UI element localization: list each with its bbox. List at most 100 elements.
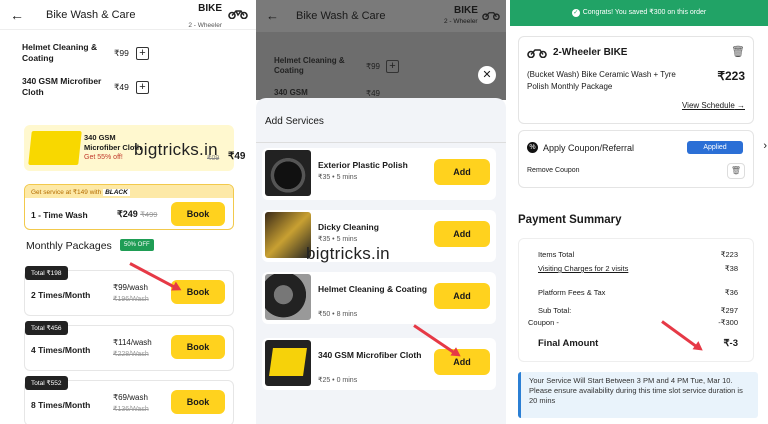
add-plus-button[interactable]: +: [136, 46, 149, 60]
row-label: Sub Total:: [538, 306, 572, 315]
package-price: ₹114/wash ₹228/Wash: [113, 337, 152, 360]
row-value: -₹300: [718, 318, 738, 327]
summary-row: Coupon - -₹300: [528, 318, 738, 327]
price-current: ₹249: [117, 209, 138, 219]
price-old: ₹196/Wash: [113, 296, 149, 303]
service-meta: ₹35 • 5 mins: [318, 236, 358, 243]
service-item: Exterior Plastic Polish ₹35 • 5 mins Add: [262, 148, 496, 200]
row-value: ₹38: [724, 264, 738, 273]
add-plus-button: +: [386, 59, 399, 73]
payment-summary-title: Payment Summary: [518, 214, 622, 226]
applied-badge: Applied: [687, 141, 743, 154]
vehicle-label: BIKE: [198, 3, 222, 14]
package-card: Total ₹198 2 Times/Month ₹99/wash ₹196/Wa…: [24, 266, 234, 316]
vehicle-sub-label: 2 - Wheeler: [444, 18, 478, 25]
addon-name: 340 GSM: [274, 88, 308, 97]
discount-badge: 50% OFF: [120, 239, 154, 251]
book-package-button[interactable]: Book: [171, 390, 225, 414]
savings-banner: ✓ Congrats! You saved ₹300 on this order: [510, 0, 768, 26]
sheet-title: Add Services: [265, 116, 324, 127]
addon-price: ₹99: [114, 47, 129, 58]
black-offer-strip: Get service at ₹149 with BLACK: [25, 185, 233, 198]
watermark: bigtricks.in: [306, 244, 390, 263]
addon-row: Helmet Cleaning & Coating ₹99 +: [22, 42, 212, 64]
book-package-button[interactable]: Book: [171, 335, 225, 359]
service-name: Exterior Plastic Polish: [318, 160, 408, 170]
row-label[interactable]: Visiting Charges for 2 visits: [528, 264, 628, 273]
close-icon[interactable]: ✕: [478, 66, 496, 84]
row-value: ₹297: [720, 306, 738, 315]
package-card: Total ₹456 4 Times/Month ₹114/wash ₹228/W…: [24, 321, 234, 371]
summary-row: Visiting Charges for 2 visits ₹38: [528, 264, 738, 273]
addon-price: ₹49: [114, 81, 129, 92]
addon-row: Helmet Cleaning & Coating ₹99 +: [274, 56, 414, 76]
motorbike-icon: [228, 10, 248, 19]
motorbike-icon: [482, 12, 500, 20]
vehicle-selector[interactable]: BIKE 2 - Wheeler: [188, 3, 222, 32]
remove-coupon-link[interactable]: Remove Coupon: [527, 167, 580, 174]
dimmed-header: ← Bike Wash & Care BIKE 2 - Wheeler: [256, 0, 506, 32]
summary-row: Sub Total: ₹297: [528, 306, 738, 315]
service-item: 340 GSM Microfiber Cloth ₹25 • 0 mins Ad…: [262, 338, 496, 390]
view-schedule-link[interactable]: View Schedule →: [682, 101, 745, 110]
add-service-button[interactable]: Add: [434, 283, 490, 309]
monthly-packages-title: Monthly Packages: [26, 240, 112, 252]
promo-price: ₹49: [228, 151, 246, 162]
add-plus-button[interactable]: +: [136, 80, 149, 94]
watermark: bigtricks.in: [134, 140, 218, 159]
coupon-card: % Apply Coupon/Referral Applied › Remove…: [518, 130, 767, 188]
package-total-tag: Total ₹552: [25, 376, 68, 390]
package-name: 4 Times/Month: [31, 345, 91, 355]
chevron-right-icon[interactable]: ›: [763, 140, 767, 152]
summary-row: Platform Fees & Tax ₹36: [528, 288, 738, 297]
package-price: ₹69/wash ₹136/Wash: [113, 392, 149, 415]
book-one-time-button[interactable]: Book: [171, 202, 225, 226]
vehicle-title: 2-Wheeler BIKE: [553, 47, 628, 58]
package-price: ₹223: [717, 69, 745, 83]
package-name: 2 Times/Month: [31, 290, 91, 300]
bike-wash-screen: ← Bike Wash & Care BIKE 2 - Wheeler Helm…: [0, 0, 256, 424]
addon-price: ₹99: [366, 61, 380, 71]
addon-price: ₹49: [366, 88, 380, 98]
addon-name: Helmet Cleaning & Coating: [274, 56, 345, 75]
page-title: Bike Wash & Care: [296, 10, 386, 22]
add-service-button[interactable]: Add: [434, 159, 490, 185]
final-amount-label: Final Amount: [538, 338, 599, 349]
tyre-image: [265, 150, 311, 196]
price-per-wash: ₹114/wash: [113, 338, 152, 347]
service-item: Helmet Cleaning & Coating ₹50 • 8 mins A…: [262, 272, 496, 324]
service-meta: ₹35 • 5 mins: [318, 174, 358, 181]
package-description: (Bucket Wash) Bike Ceramic Wash + Tyre P…: [527, 70, 676, 91]
addon-name: 340 GSM Microfiber Cloth: [22, 76, 102, 97]
final-amount-row: Final Amount ₹-3: [528, 338, 738, 349]
service-name: Dicky Cleaning: [318, 222, 379, 232]
trash-icon[interactable]: 🗑: [731, 45, 745, 58]
promo-line1: 340 GSM: [84, 133, 116, 142]
payment-summary-screen: ✓ Congrats! You saved ₹300 on this order …: [510, 0, 768, 424]
dimmed-background[interactable]: ← Bike Wash & Care BIKE 2 - Wheeler Helm…: [256, 0, 506, 100]
view-schedule-label: View Schedule: [681, 101, 735, 110]
back-arrow-icon[interactable]: ←: [10, 7, 32, 23]
microfiber-cloth-image: [265, 340, 311, 386]
package-card: Total ₹552 8 Times/Month ₹69/wash ₹136/Wa…: [24, 376, 234, 424]
row-label: Platform Fees & Tax: [538, 288, 606, 297]
one-time-wash-name: 1 - Time Wash: [31, 210, 88, 220]
row-value: ₹36: [724, 288, 738, 297]
promo-discount: Get 55% off!: [84, 154, 123, 161]
page-title: Bike Wash & Care: [46, 8, 136, 21]
add-service-button[interactable]: Add: [434, 221, 490, 247]
price-per-wash: ₹69/wash: [113, 393, 148, 402]
one-time-wash-price: ₹249 ₹499: [117, 209, 157, 220]
service-time-notice: Your Service Will Start Between 3 PM and…: [518, 372, 758, 418]
booking-card: 2-Wheeler BIKE 🗑 (Bucket Wash) Bike Cera…: [518, 36, 754, 124]
final-amount-value: ₹-3: [723, 338, 739, 349]
coupon-label[interactable]: Apply Coupon/Referral: [543, 143, 634, 153]
package-total-tag: Total ₹456: [25, 321, 68, 335]
check-icon: ✓: [571, 9, 580, 17]
package-total-tag: Total ₹198: [25, 266, 68, 280]
row-value: ₹223: [720, 250, 738, 259]
trash-icon[interactable]: 🗑: [727, 163, 745, 179]
package-name: 8 Times/Month: [31, 400, 91, 410]
app-header: ← Bike Wash & Care BIKE 2 - Wheeler: [0, 0, 256, 30]
summary-row: Items Total ₹223: [528, 250, 738, 259]
